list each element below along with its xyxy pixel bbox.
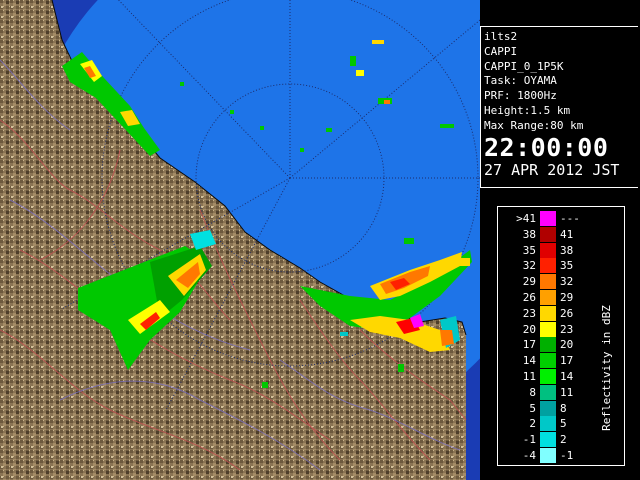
legend-min-value: >41 bbox=[516, 212, 536, 225]
legend-min-value: 20 bbox=[522, 322, 536, 336]
legend-row: 38 41 bbox=[498, 226, 624, 242]
legend-color-swatch bbox=[540, 274, 556, 290]
legend-row: 32 35 bbox=[498, 258, 624, 274]
legend-color-swatch bbox=[540, 321, 556, 337]
legend-min-value: 2 bbox=[529, 417, 536, 431]
radar-map bbox=[0, 0, 480, 480]
legend-color-swatch bbox=[540, 242, 556, 258]
info-height: Height:1.5 km bbox=[484, 103, 571, 117]
legend-max-value: 23 bbox=[560, 322, 574, 336]
legend-color-swatch bbox=[540, 226, 556, 242]
info-prf: PRF: 1800Hz bbox=[484, 89, 557, 103]
legend-title: Reflectivity in dBZ bbox=[600, 305, 613, 431]
legend-max-value: 11 bbox=[560, 385, 574, 399]
legend-max-value: 2 bbox=[560, 433, 567, 447]
legend-max-value: 17 bbox=[560, 354, 574, 368]
legend-min-value: 8 bbox=[529, 385, 536, 399]
legend-max-value: 8 bbox=[560, 401, 567, 415]
info-product-id: CAPPI_0_1P5K bbox=[484, 59, 564, 73]
legend-max-value: -1 bbox=[560, 449, 574, 462]
legend-min-value: 38 bbox=[522, 227, 536, 241]
legend-max-value: 5 bbox=[560, 417, 567, 431]
legend-color-swatch bbox=[540, 353, 556, 369]
info-task: Task: OYAMA bbox=[484, 74, 557, 88]
legend-row: -4 -1 bbox=[498, 448, 624, 463]
reflectivity-legend: >41 --- 38 41 35 38 32 35 29 32 26 29 23 26 20 23 17 20 14… bbox=[497, 206, 625, 466]
legend-row: 35 38 bbox=[498, 242, 624, 258]
legend-max-value: 41 bbox=[560, 227, 574, 241]
radar-map-canvas bbox=[0, 0, 480, 480]
date-readout: 27 APR 2012 JST bbox=[484, 160, 620, 179]
legend-row: 29 32 bbox=[498, 274, 624, 290]
legend-max-value: 35 bbox=[560, 259, 574, 273]
legend-color-swatch bbox=[540, 369, 556, 384]
legend-max-value: 26 bbox=[560, 306, 574, 320]
legend-color-swatch bbox=[540, 337, 556, 353]
legend-color-swatch bbox=[540, 305, 556, 321]
legend-max-value: 32 bbox=[560, 275, 574, 289]
legend-min-value: 17 bbox=[522, 338, 536, 352]
legend-min-value: 23 bbox=[522, 306, 536, 320]
legend-max-value: 29 bbox=[560, 291, 574, 304]
legend-max-value: 38 bbox=[560, 243, 574, 257]
legend-max-value: --- bbox=[560, 212, 580, 225]
legend-color-swatch bbox=[540, 432, 556, 448]
legend-min-value: 14 bbox=[522, 354, 536, 368]
legend-min-value: -4 bbox=[522, 449, 536, 462]
info-panel: ilts2 CAPPI CAPPI_0_1P5K Task: OYAMA PRF… bbox=[480, 26, 638, 188]
legend-color-swatch bbox=[540, 448, 556, 463]
legend-max-value: 14 bbox=[560, 370, 574, 383]
legend-min-value: 11 bbox=[522, 370, 536, 383]
legend-row: >41 --- bbox=[498, 211, 624, 226]
legend-min-value: -1 bbox=[522, 433, 536, 447]
info-max-range: Max Range:80 km bbox=[484, 118, 584, 132]
legend-color-swatch bbox=[540, 290, 556, 305]
legend-max-value: 20 bbox=[560, 338, 574, 352]
legend-color-swatch bbox=[540, 384, 556, 400]
legend-color-swatch bbox=[540, 400, 556, 416]
legend-min-value: 5 bbox=[529, 401, 536, 415]
time-readout: 22:00:00 bbox=[484, 132, 609, 162]
legend-min-value: 26 bbox=[522, 291, 536, 304]
legend-min-value: 32 bbox=[522, 259, 536, 273]
legend-color-swatch bbox=[540, 211, 556, 226]
info-product: CAPPI bbox=[484, 44, 518, 58]
info-title: ilts2 bbox=[484, 30, 518, 43]
legend-color-swatch bbox=[540, 258, 556, 274]
legend-color-swatch bbox=[540, 416, 556, 432]
legend-min-value: 35 bbox=[522, 243, 536, 257]
legend-min-value: 29 bbox=[522, 275, 536, 289]
